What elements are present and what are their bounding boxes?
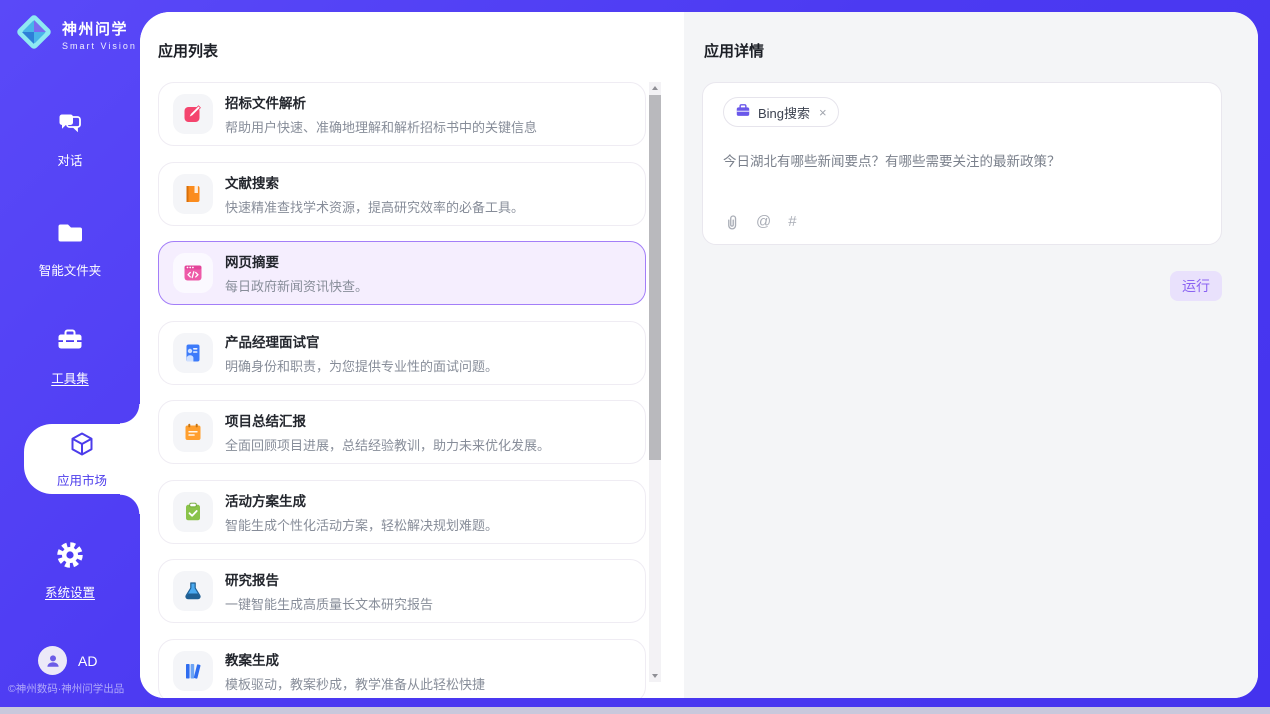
scrollbar-thumb[interactable]: [649, 95, 661, 460]
browser-code-icon: [173, 253, 213, 293]
scroll-up-button[interactable]: [649, 82, 661, 94]
app-name: 项目总结汇报: [225, 410, 550, 430]
gear-icon: [55, 540, 85, 575]
books-icon: [173, 651, 213, 691]
app-card-web-summary[interactable]: 网页摘要 每日政府新闻资讯快查。: [158, 241, 646, 305]
app-desc: 快速精准查找学术资源，提高研究效率的必备工具。: [225, 197, 524, 216]
app-desc: 帮助用户快速、准确地理解和解析招标书中的关键信息: [225, 117, 537, 136]
sidebar-item-toolbox[interactable]: 工具集: [0, 326, 140, 387]
run-row: 运行: [702, 271, 1222, 301]
book-icon: [173, 174, 213, 214]
prompt-text[interactable]: 今日湖北有哪些新闻要点？有哪些需要关注的最新政策？: [723, 153, 1201, 172]
app-name: 活动方案生成: [225, 490, 498, 510]
scroll-down-button[interactable]: [649, 670, 661, 682]
flask-icon: [173, 571, 213, 611]
sidebar-item-settings[interactable]: 系统设置: [0, 540, 140, 601]
app-list-title: 应用列表: [158, 40, 218, 61]
sidebar-item-label: 智能文件夹: [39, 260, 102, 279]
app-list-pane: 应用列表 招标文件解析 帮助用户快速、准确地理解和解析招标书中的关键信息: [140, 12, 684, 698]
app-desc: 全面回顾项目进展，总结经验教训，助力未来优化发展。: [225, 435, 550, 454]
app-card-bid-parse[interactable]: 招标文件解析 帮助用户快速、准确地理解和解析招标书中的关键信息: [158, 82, 646, 146]
run-button[interactable]: 运行: [1170, 271, 1222, 301]
sidebar-item-label: 工具集: [51, 368, 89, 387]
app-desc: 明确身份和职责，为您提供专业性的面试问题。: [225, 356, 498, 375]
brand-logo: 神州问学 Smart Vision: [14, 12, 137, 57]
diamond-logo-icon: [14, 12, 54, 57]
brand-name: 神州问学: [62, 18, 137, 39]
note-icon: [173, 412, 213, 452]
edit-square-icon: [173, 94, 213, 134]
app-name: 教案生成: [225, 649, 485, 669]
app-card-pm-interviewer[interactable]: 产品经理面试官 明确身份和职责，为您提供专业性的面试问题。: [158, 321, 646, 385]
tool-chip-label: Bing搜索: [758, 103, 810, 122]
app-list: 招标文件解析 帮助用户快速、准确地理解和解析招标书中的关键信息 文献搜索: [158, 82, 646, 698]
hash-icon[interactable]: #: [788, 214, 796, 229]
tool-chip-bing-search[interactable]: Bing搜索 ×: [723, 97, 839, 127]
app-window: 神州问学 Smart Vision 对话 智能文件夹: [0, 0, 1270, 707]
chat-icon: [55, 108, 85, 143]
bubble-curve-top: [120, 404, 140, 424]
toolbox-icon: [55, 326, 85, 361]
app-card-lesson-plan[interactable]: 教案生成 模板驱动，教案秒成，教学准备从此轻松快捷: [158, 639, 646, 699]
triangle-down-icon: [652, 674, 658, 678]
bubble-curve-bottom: [120, 494, 140, 514]
sidebar-item-app-market[interactable]: 应用市场: [24, 424, 140, 494]
app-detail-pane: 应用详情 Bing搜索 × 今日湖北有哪些新闻要点？有哪些需要关注的最新政策？: [684, 12, 1258, 698]
app-desc: 智能生成个性化活动方案，轻松解决规划难题。: [225, 515, 498, 534]
app-detail-title: 应用详情: [704, 40, 764, 61]
app-desc: 模板驱动，教案秒成，教学准备从此轻松快捷: [225, 674, 485, 693]
copyright-footer: ©神州数码·神州问学出品: [8, 681, 124, 696]
triangle-up-icon: [652, 86, 658, 90]
user-name: AD: [78, 653, 97, 669]
composer-card: Bing搜索 × 今日湖北有哪些新闻要点？有哪些需要关注的最新政策？ @ #: [702, 82, 1222, 245]
app-card-literature-search[interactable]: 文献搜索 快速精准查找学术资源，提高研究效率的必备工具。: [158, 162, 646, 226]
mention-icon[interactable]: @: [756, 214, 771, 229]
brand-subtitle: Smart Vision: [62, 41, 137, 51]
avatar: [38, 646, 67, 675]
app-card-project-summary[interactable]: 项目总结汇报 全面回顾项目进展，总结经验教训，助力未来优化发展。: [158, 400, 646, 464]
sidebar-item-chat[interactable]: 对话: [0, 108, 140, 169]
main-content: 应用列表 招标文件解析 帮助用户快速、准确地理解和解析招标书中的关键信息: [140, 12, 1258, 698]
app-list-scrollbar: [649, 82, 661, 682]
sidebar-item-label: 应用市场: [57, 470, 107, 489]
app-name: 文献搜索: [225, 172, 524, 192]
cube-icon: [67, 429, 97, 464]
app-name: 网页摘要: [225, 251, 368, 271]
sidebar-item-label: 对话: [57, 150, 82, 169]
chip-close-icon[interactable]: ×: [819, 105, 827, 120]
app-desc: 一键智能生成高质量长文本研究报告: [225, 594, 433, 613]
briefcase-icon: [735, 102, 751, 123]
app-name: 产品经理面试官: [225, 331, 498, 351]
clipboard-check-icon: [173, 492, 213, 532]
sidebar-item-smart-folder[interactable]: 智能文件夹: [0, 218, 140, 279]
interviewer-doc-icon: [173, 333, 213, 373]
app-name: 招标文件解析: [225, 92, 537, 112]
sidebar: 神州问学 Smart Vision 对话 智能文件夹: [0, 0, 140, 707]
app-card-research-report[interactable]: 研究报告 一键智能生成高质量长文本研究报告: [158, 559, 646, 623]
app-name: 研究报告: [225, 569, 433, 589]
user-account[interactable]: AD: [38, 646, 97, 675]
attachment-icon[interactable]: [723, 213, 739, 230]
app-desc: 每日政府新闻资讯快查。: [225, 276, 368, 295]
app-card-event-plan[interactable]: 活动方案生成 智能生成个性化活动方案，轻松解决规划难题。: [158, 480, 646, 544]
composer-toolbar: @ #: [723, 213, 1201, 232]
sidebar-item-label: 系统设置: [45, 582, 95, 601]
folder-icon: [55, 218, 85, 253]
